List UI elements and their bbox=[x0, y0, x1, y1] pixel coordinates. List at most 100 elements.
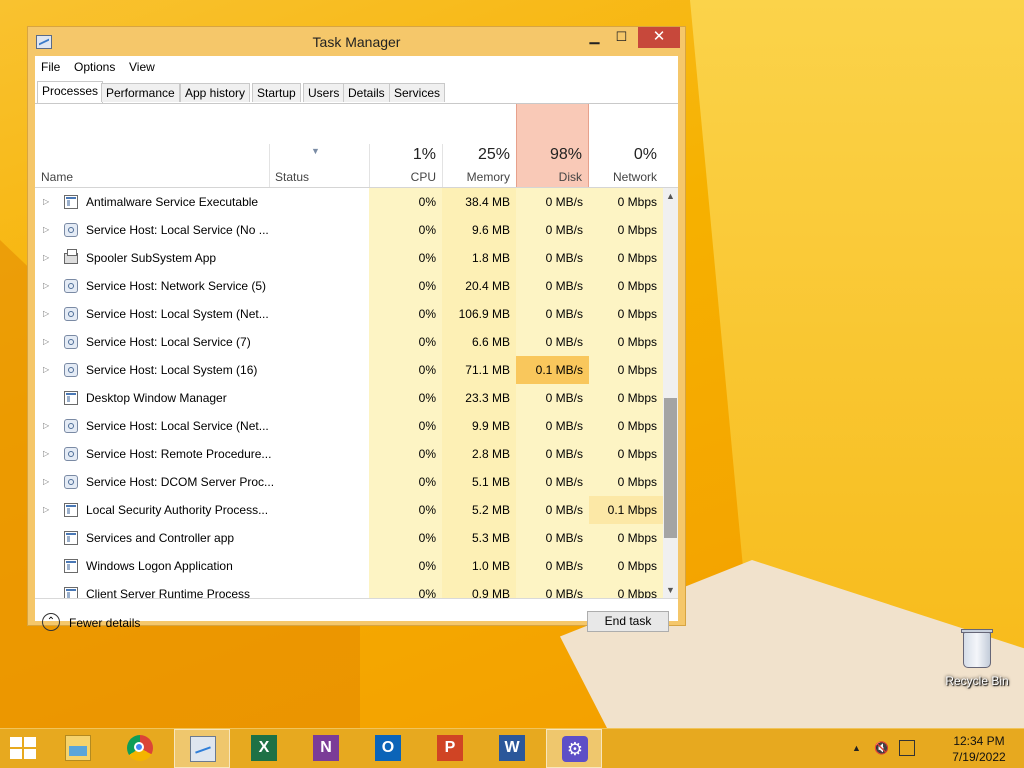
tab-users[interactable]: Users bbox=[303, 83, 345, 102]
taskbar-file-explorer-button[interactable] bbox=[50, 729, 106, 768]
column-status[interactable]: Status bbox=[269, 104, 369, 188]
disk-cell: 0 MB/s bbox=[516, 300, 589, 328]
expand-chevron-icon[interactable]: ▷ bbox=[43, 188, 49, 216]
table-row[interactable]: ▷ Local Security Authority Process... 0% 5.… bbox=[35, 496, 663, 524]
column-memory[interactable]: 25% Memory bbox=[442, 104, 516, 188]
expand-chevron-icon[interactable]: ▷ bbox=[43, 328, 49, 356]
cpu-cell: 0% bbox=[369, 552, 442, 580]
table-row[interactable]: ▷ Service Host: Remote Procedure... 0% 2.8 … bbox=[35, 440, 663, 468]
table-row[interactable]: ▷ Service Host: DCOM Server Proc... 0% 5.1 … bbox=[35, 468, 663, 496]
network-cell: 0 Mbps bbox=[589, 412, 663, 440]
tab-bar: Processes Performance App history Startu… bbox=[35, 81, 678, 104]
expand-chevron-icon[interactable]: ▷ bbox=[43, 300, 49, 328]
process-name-cell: ▷ Service Host: Local Service (No ... bbox=[35, 216, 369, 244]
volume-muted-icon[interactable]: 🔇 bbox=[874, 741, 890, 755]
table-row[interactable]: Client Server Runtime Process 0% 0.9 MB 0 M… bbox=[35, 580, 663, 598]
fewer-details-link[interactable]: Fewer details bbox=[69, 616, 140, 630]
table-row[interactable]: ▷ Service Host: Local Service (Net... 0% 9.… bbox=[35, 412, 663, 440]
expand-chevron-icon[interactable]: ▷ bbox=[43, 440, 49, 468]
scroll-thumb[interactable] bbox=[664, 398, 677, 538]
scroll-up-icon[interactable]: ▲ bbox=[663, 188, 678, 204]
expand-chevron-icon[interactable]: ▷ bbox=[43, 412, 49, 440]
recycle-bin[interactable]: Recycle Bin bbox=[940, 629, 1014, 688]
process-name-cell: ▷ Service Host: Remote Procedure... bbox=[35, 440, 369, 468]
expand-chevron-icon[interactable]: ▷ bbox=[43, 356, 49, 384]
disk-cell: 0 MB/s bbox=[516, 272, 589, 300]
maximize-button[interactable]: ☐ bbox=[608, 27, 635, 48]
taskbar-task-manager-button[interactable] bbox=[174, 729, 230, 768]
process-name: Service Host: Remote Procedure... bbox=[86, 447, 272, 461]
table-row[interactable]: Desktop Window Manager 0% 23.3 MB 0 MB/s 0 M… bbox=[35, 384, 663, 412]
column-disk[interactable]: 98% Disk bbox=[516, 104, 589, 188]
process-name: Antimalware Service Executable bbox=[86, 195, 259, 209]
taskbar-settings-button[interactable]: ⚙ bbox=[546, 729, 602, 768]
process-name-cell: ▷ Spooler SubSystem App bbox=[35, 244, 369, 272]
expand-chevron-icon[interactable]: ▷ bbox=[43, 496, 49, 524]
gear-icon bbox=[64, 363, 78, 377]
process-name-cell: Desktop Window Manager bbox=[35, 384, 369, 412]
table-row[interactable]: ▷ Service Host: Network Service (5) 0% 20.4… bbox=[35, 272, 663, 300]
taskbar-outlook-button[interactable]: O bbox=[360, 729, 416, 768]
scroll-down-icon[interactable]: ▼ bbox=[663, 582, 678, 598]
memory-cell: 71.1 MB bbox=[442, 356, 516, 384]
folder-icon bbox=[65, 735, 91, 761]
table-row[interactable]: Services and Controller app 0% 5.3 MB 0 MB/… bbox=[35, 524, 663, 552]
table-row[interactable]: ▷ Service Host: Local System (Net... 0% 106… bbox=[35, 300, 663, 328]
taskbar-powerpoint-button[interactable]: P bbox=[422, 729, 478, 768]
tab-app-history[interactable]: App history bbox=[180, 83, 251, 102]
memory-cell: 20.4 MB bbox=[442, 272, 516, 300]
minimize-button[interactable]: ▁ bbox=[581, 27, 608, 48]
tab-processes[interactable]: Processes bbox=[37, 81, 104, 104]
taskbar-word-button[interactable]: W bbox=[484, 729, 540, 768]
footer-bar: ⌃ Fewer details End task bbox=[35, 598, 678, 632]
column-network[interactable]: 0% Network bbox=[589, 104, 663, 188]
end-task-button[interactable]: End task bbox=[587, 611, 669, 632]
expand-chevron-icon[interactable]: ▷ bbox=[43, 468, 49, 496]
start-button[interactable] bbox=[10, 737, 38, 761]
column-cpu[interactable]: 1% CPU bbox=[369, 104, 442, 188]
network-cell: 0 Mbps bbox=[589, 188, 663, 216]
process-name: Service Host: Local Service (No ... bbox=[86, 223, 269, 237]
tab-startup[interactable]: Startup bbox=[252, 83, 301, 102]
cpu-cell: 0% bbox=[369, 496, 442, 524]
menu-view[interactable]: View bbox=[129, 60, 155, 74]
memory-cell: 9.9 MB bbox=[442, 412, 516, 440]
task-manager-window[interactable]: Task Manager ▁ ☐ ✕ File Options View Pro… bbox=[27, 26, 686, 632]
excel-icon: X bbox=[251, 735, 277, 761]
show-hidden-icons-icon[interactable]: ▲ bbox=[852, 743, 861, 753]
table-row[interactable]: Windows Logon Application 0% 1.0 MB 0 MB/s 0… bbox=[35, 552, 663, 580]
taskbar-onenote-button[interactable]: N bbox=[298, 729, 354, 768]
table-row[interactable]: ▷ Antimalware Service Executable 0% 38.4 MB… bbox=[35, 188, 663, 216]
table-row[interactable]: ▷ Service Host: Local Service (No ... 0% 9.… bbox=[35, 216, 663, 244]
menu-options[interactable]: Options bbox=[74, 60, 115, 74]
recycle-bin-label: Recycle Bin bbox=[945, 674, 1009, 688]
tab-details[interactable]: Details bbox=[343, 83, 390, 102]
process-name: Service Host: Local System (Net... bbox=[86, 307, 269, 321]
table-row[interactable]: ▷ Service Host: Local Service (7) 0% 6.6 MB… bbox=[35, 328, 663, 356]
expand-chevron-icon[interactable]: ▷ bbox=[43, 244, 49, 272]
tab-services[interactable]: Services bbox=[389, 83, 446, 102]
close-button[interactable]: ✕ bbox=[638, 27, 680, 48]
vertical-scrollbar[interactable]: ▲ ▼ bbox=[663, 188, 678, 598]
table-row[interactable]: ▷ Spooler SubSystem App 0% 1.8 MB 0 MB/s 0 Mb… bbox=[35, 244, 663, 272]
expand-chevron-icon[interactable]: ▷ bbox=[43, 272, 49, 300]
memory-cell: 1.0 MB bbox=[442, 552, 516, 580]
column-memory-label: Memory bbox=[466, 170, 510, 184]
menu-file[interactable]: File bbox=[41, 60, 60, 74]
network-icon[interactable] bbox=[899, 740, 915, 756]
clock[interactable]: 12:34 PM 7/19/2022 bbox=[944, 733, 1014, 765]
column-name[interactable]: Name bbox=[35, 104, 269, 188]
chevron-up-icon[interactable]: ⌃ bbox=[42, 613, 60, 631]
expand-chevron-icon[interactable]: ▷ bbox=[43, 216, 49, 244]
title-bar[interactable]: Task Manager ▁ ☐ ✕ bbox=[28, 27, 685, 57]
taskbar-chrome-button[interactable] bbox=[112, 729, 168, 768]
network-total: 0% bbox=[633, 146, 657, 163]
cpu-cell: 0% bbox=[369, 524, 442, 552]
cpu-total: 1% bbox=[412, 146, 436, 163]
taskbar-excel-button[interactable]: X bbox=[236, 729, 292, 768]
column-network-label: Network bbox=[612, 170, 657, 184]
tab-performance[interactable]: Performance bbox=[101, 83, 180, 102]
gear-icon bbox=[64, 279, 78, 293]
window-client: File Options View Processes Performance … bbox=[35, 56, 678, 632]
table-row[interactable]: ▷ Service Host: Local System (16) 0% 71.1 M… bbox=[35, 356, 663, 384]
